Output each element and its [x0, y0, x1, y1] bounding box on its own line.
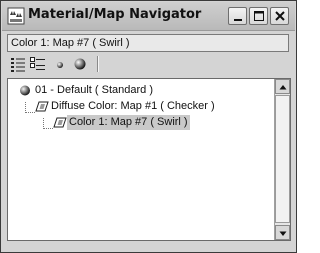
view-list-button[interactable] — [9, 55, 27, 73]
material-map-navigator-window: Material/Map Navigator Color 1: Map #7 (… — [0, 0, 297, 253]
maximize-icon — [254, 11, 264, 21]
view-list-icons-button[interactable] — [29, 55, 47, 73]
scroll-up-button[interactable] — [275, 79, 290, 94]
scroll-down-button[interactable] — [275, 225, 290, 240]
toolbar-separator — [97, 56, 99, 72]
view-small-icons-button[interactable] — [51, 55, 69, 73]
arrow-down-icon — [279, 231, 287, 236]
material-tree[interactable]: 01 - Default ( Standard ) Diffuse Color:… — [7, 78, 291, 241]
app-icon — [7, 7, 25, 25]
close-button[interactable] — [270, 7, 289, 25]
material-sphere-icon — [19, 84, 33, 97]
minimize-icon — [234, 19, 242, 21]
tree-item-label: 01 - Default ( Standard ) — [35, 84, 154, 96]
window-title: Material/Map Navigator — [28, 7, 202, 22]
maximize-button[interactable] — [249, 7, 268, 25]
arrow-up-icon — [279, 85, 287, 90]
map-parallelogram-icon — [35, 100, 49, 113]
tree-connector — [25, 102, 35, 113]
minimize-button[interactable] — [228, 7, 247, 25]
vertical-scrollbar[interactable] — [274, 79, 290, 240]
current-path-field[interactable]: Color 1: Map #7 ( Swirl ) — [7, 34, 289, 52]
view-list-icon — [11, 58, 25, 72]
tree-connector — [43, 118, 53, 129]
map-parallelogram-icon — [53, 116, 67, 129]
tree-item-label: Diffuse Color: Map #1 ( Checker ) — [51, 100, 215, 112]
tree-item-label: Color 1: Map #7 ( Swirl ) — [67, 115, 190, 130]
view-list-icons-icon — [30, 57, 45, 70]
view-small-icons-icon — [57, 62, 63, 68]
title-bar[interactable]: Material/Map Navigator — [2, 2, 295, 31]
view-toolbar — [7, 55, 291, 73]
scrollbar-thumb[interactable] — [275, 95, 290, 223]
view-large-icons-icon — [74, 58, 86, 70]
close-icon — [275, 11, 285, 21]
view-large-icons-button[interactable] — [71, 55, 89, 73]
